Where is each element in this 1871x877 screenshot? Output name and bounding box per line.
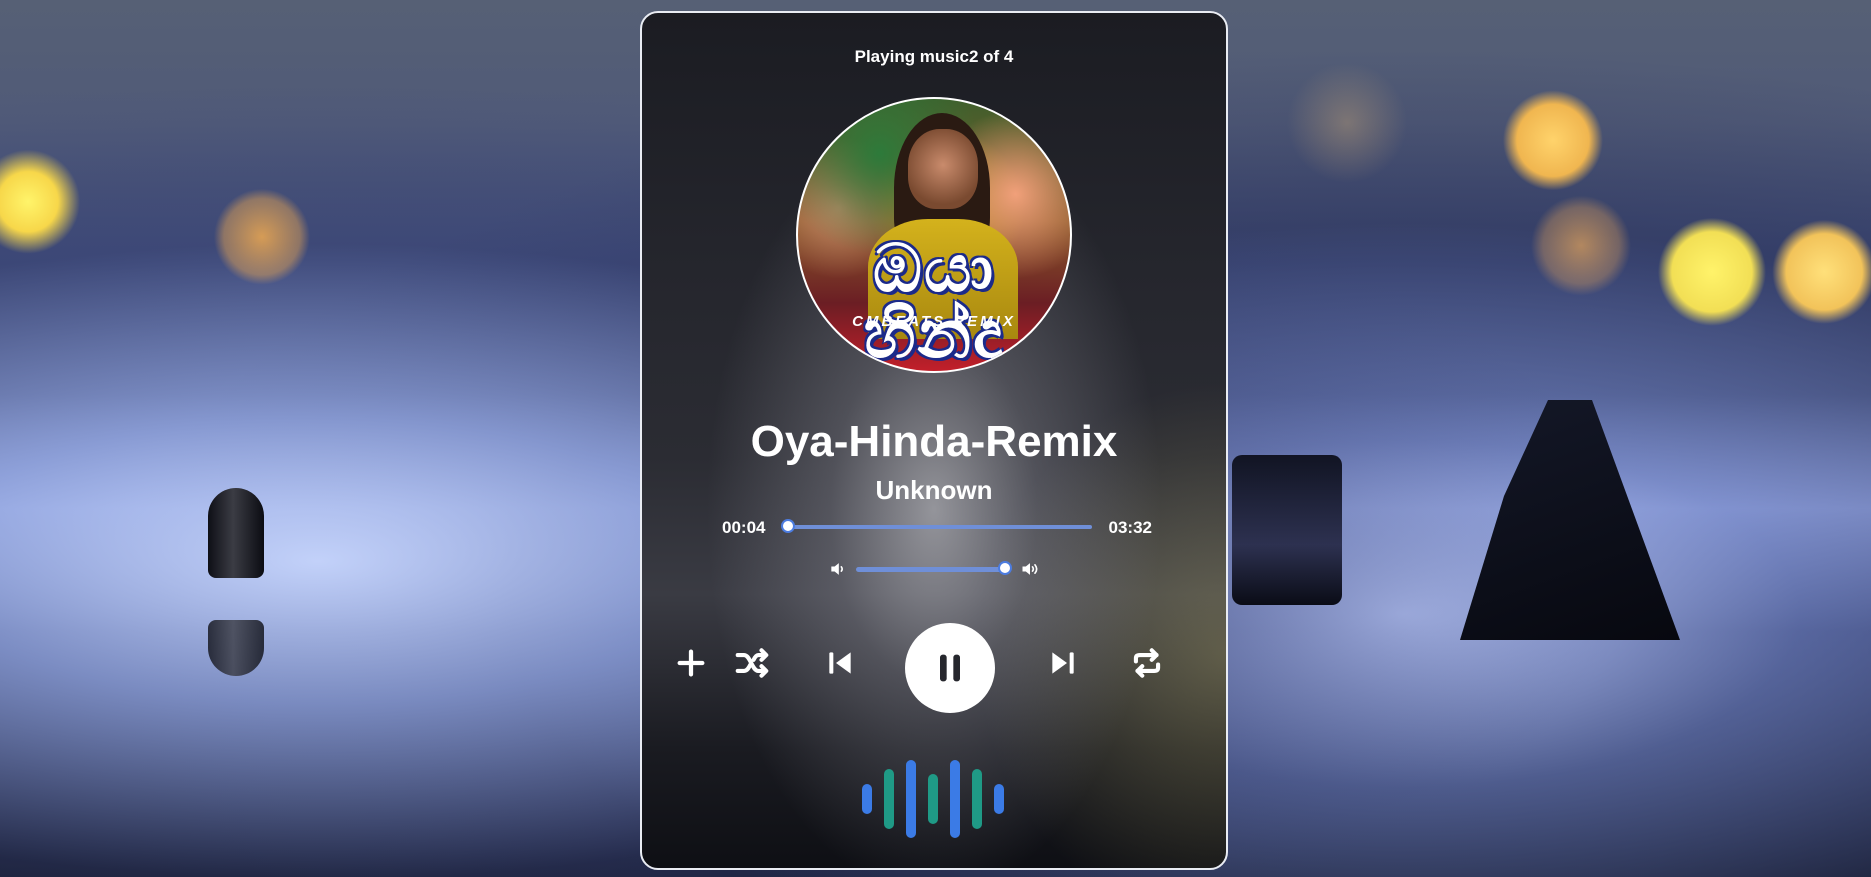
repeat-button[interactable] <box>1127 643 1167 683</box>
progress-row: 00:04 03:32 <box>722 515 1152 539</box>
tonearm-cartridge <box>1232 455 1342 605</box>
skip-next-icon <box>1052 652 1074 674</box>
volume-low-icon[interactable] <box>828 559 848 579</box>
previous-button[interactable] <box>820 643 860 683</box>
playing-status: Playing music2 of 4 <box>854 47 1014 66</box>
visualizer-bar <box>950 760 960 838</box>
visualizer-bar <box>972 769 982 829</box>
volume-high-icon[interactable] <box>1020 559 1040 579</box>
repeat-icon <box>1133 648 1161 678</box>
next-button[interactable] <box>1043 643 1083 683</box>
pause-icon <box>940 654 960 682</box>
playback-controls <box>642 623 1226 713</box>
skip-previous-icon <box>829 652 851 674</box>
current-time: 00:04 <box>722 518 766 537</box>
visualizer-bar <box>862 784 872 814</box>
cover-title: ඔයා හින්දා <box>863 231 1005 371</box>
plus-icon <box>677 649 705 677</box>
turntable-spindle <box>208 488 264 578</box>
audio-visualizer <box>862 759 1010 839</box>
visualizer-bar <box>994 784 1004 814</box>
turntable-spindle-reflection <box>208 620 264 676</box>
volume-slider[interactable] <box>856 561 1012 575</box>
cover-subtitle: CMBEATS REMIX <box>852 313 1016 330</box>
play-pause-button[interactable] <box>905 623 995 713</box>
shuffle-button[interactable] <box>732 643 772 683</box>
album-cover: ඔයා හින්දා CMBEATS REMIX <box>796 97 1072 373</box>
tonearm-base <box>1460 400 1680 640</box>
visualizer-bar <box>906 760 916 838</box>
music-player-card: Playing music2 of 4 ඔයා හින්දා CMBEATS R… <box>640 11 1228 870</box>
artist-name: Unknown <box>875 475 993 505</box>
visualizer-bar <box>928 774 938 824</box>
progress-thumb[interactable] <box>781 519 796 533</box>
progress-bar[interactable] <box>781 519 1092 533</box>
add-button[interactable] <box>671 643 711 683</box>
volume-thumb[interactable] <box>997 561 1012 575</box>
visualizer-bar <box>884 769 894 829</box>
song-title: Oya-Hinda-Remix <box>750 417 1118 466</box>
cover-face <box>908 129 978 209</box>
volume-row <box>828 557 1040 581</box>
shuffle-icon <box>735 648 769 678</box>
total-time: 03:32 <box>1108 518 1152 537</box>
